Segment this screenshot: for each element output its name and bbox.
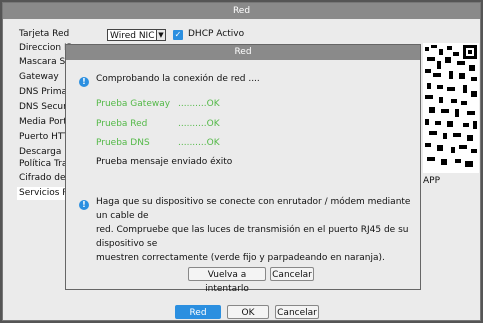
checking-text: Comprobando la conexión de red .... (96, 74, 260, 84)
dialog-title: Red (66, 45, 420, 60)
advice-text: Haga que su dispositivo se conecte con e… (96, 195, 416, 265)
sent-message: Prueba mensaje enviado éxito (96, 157, 233, 167)
network-test-dialog: Red ! Comprobando la conexión de red ...… (65, 44, 421, 294)
cancel-button[interactable]: Cancelar (275, 305, 319, 319)
advice-line: red. Compruebe que las luces de transmis… (96, 225, 409, 249)
label-media-port: Media Port (19, 117, 67, 127)
test-gateway-result: ..........OK (178, 99, 220, 109)
label-politica: Política Trar (19, 159, 72, 169)
retry-button[interactable]: Vuelva a intentarlo (188, 267, 266, 294)
test-dns-name: Prueba DNS (96, 138, 150, 148)
window-title: Red (3, 3, 480, 19)
dialog-cancel-button[interactable]: Cancelar (270, 267, 314, 281)
test-red-name: Prueba Red (96, 119, 148, 129)
dhcp-label: DHCP Activo (188, 29, 245, 39)
network-settings-window: Red Tarjeta Red Direccion IP Mascara Sub… (2, 2, 481, 321)
label-gateway: Gateway (19, 72, 59, 82)
qr-code-icon (423, 43, 479, 173)
test-red-result: ..........OK (178, 119, 220, 129)
dhcp-checkbox[interactable]: ✓ (173, 30, 183, 40)
info-icon: ! (79, 200, 89, 210)
test-gateway-name: Prueba Gateway (96, 99, 171, 109)
advice-line: Haga que su dispositivo se conecte con e… (96, 197, 411, 221)
red-button[interactable]: Red (175, 305, 221, 319)
test-dns-result: ..........OK (178, 138, 220, 148)
info-icon: ! (79, 77, 89, 87)
app-label: APP (423, 176, 441, 186)
advice-line: muestren correctamente (verde fijo y par… (96, 253, 385, 263)
ok-button[interactable]: OK (227, 305, 269, 319)
chevron-down-icon[interactable]: ▼ (156, 29, 166, 41)
label-tarjeta-red: Tarjeta Red (19, 29, 70, 39)
